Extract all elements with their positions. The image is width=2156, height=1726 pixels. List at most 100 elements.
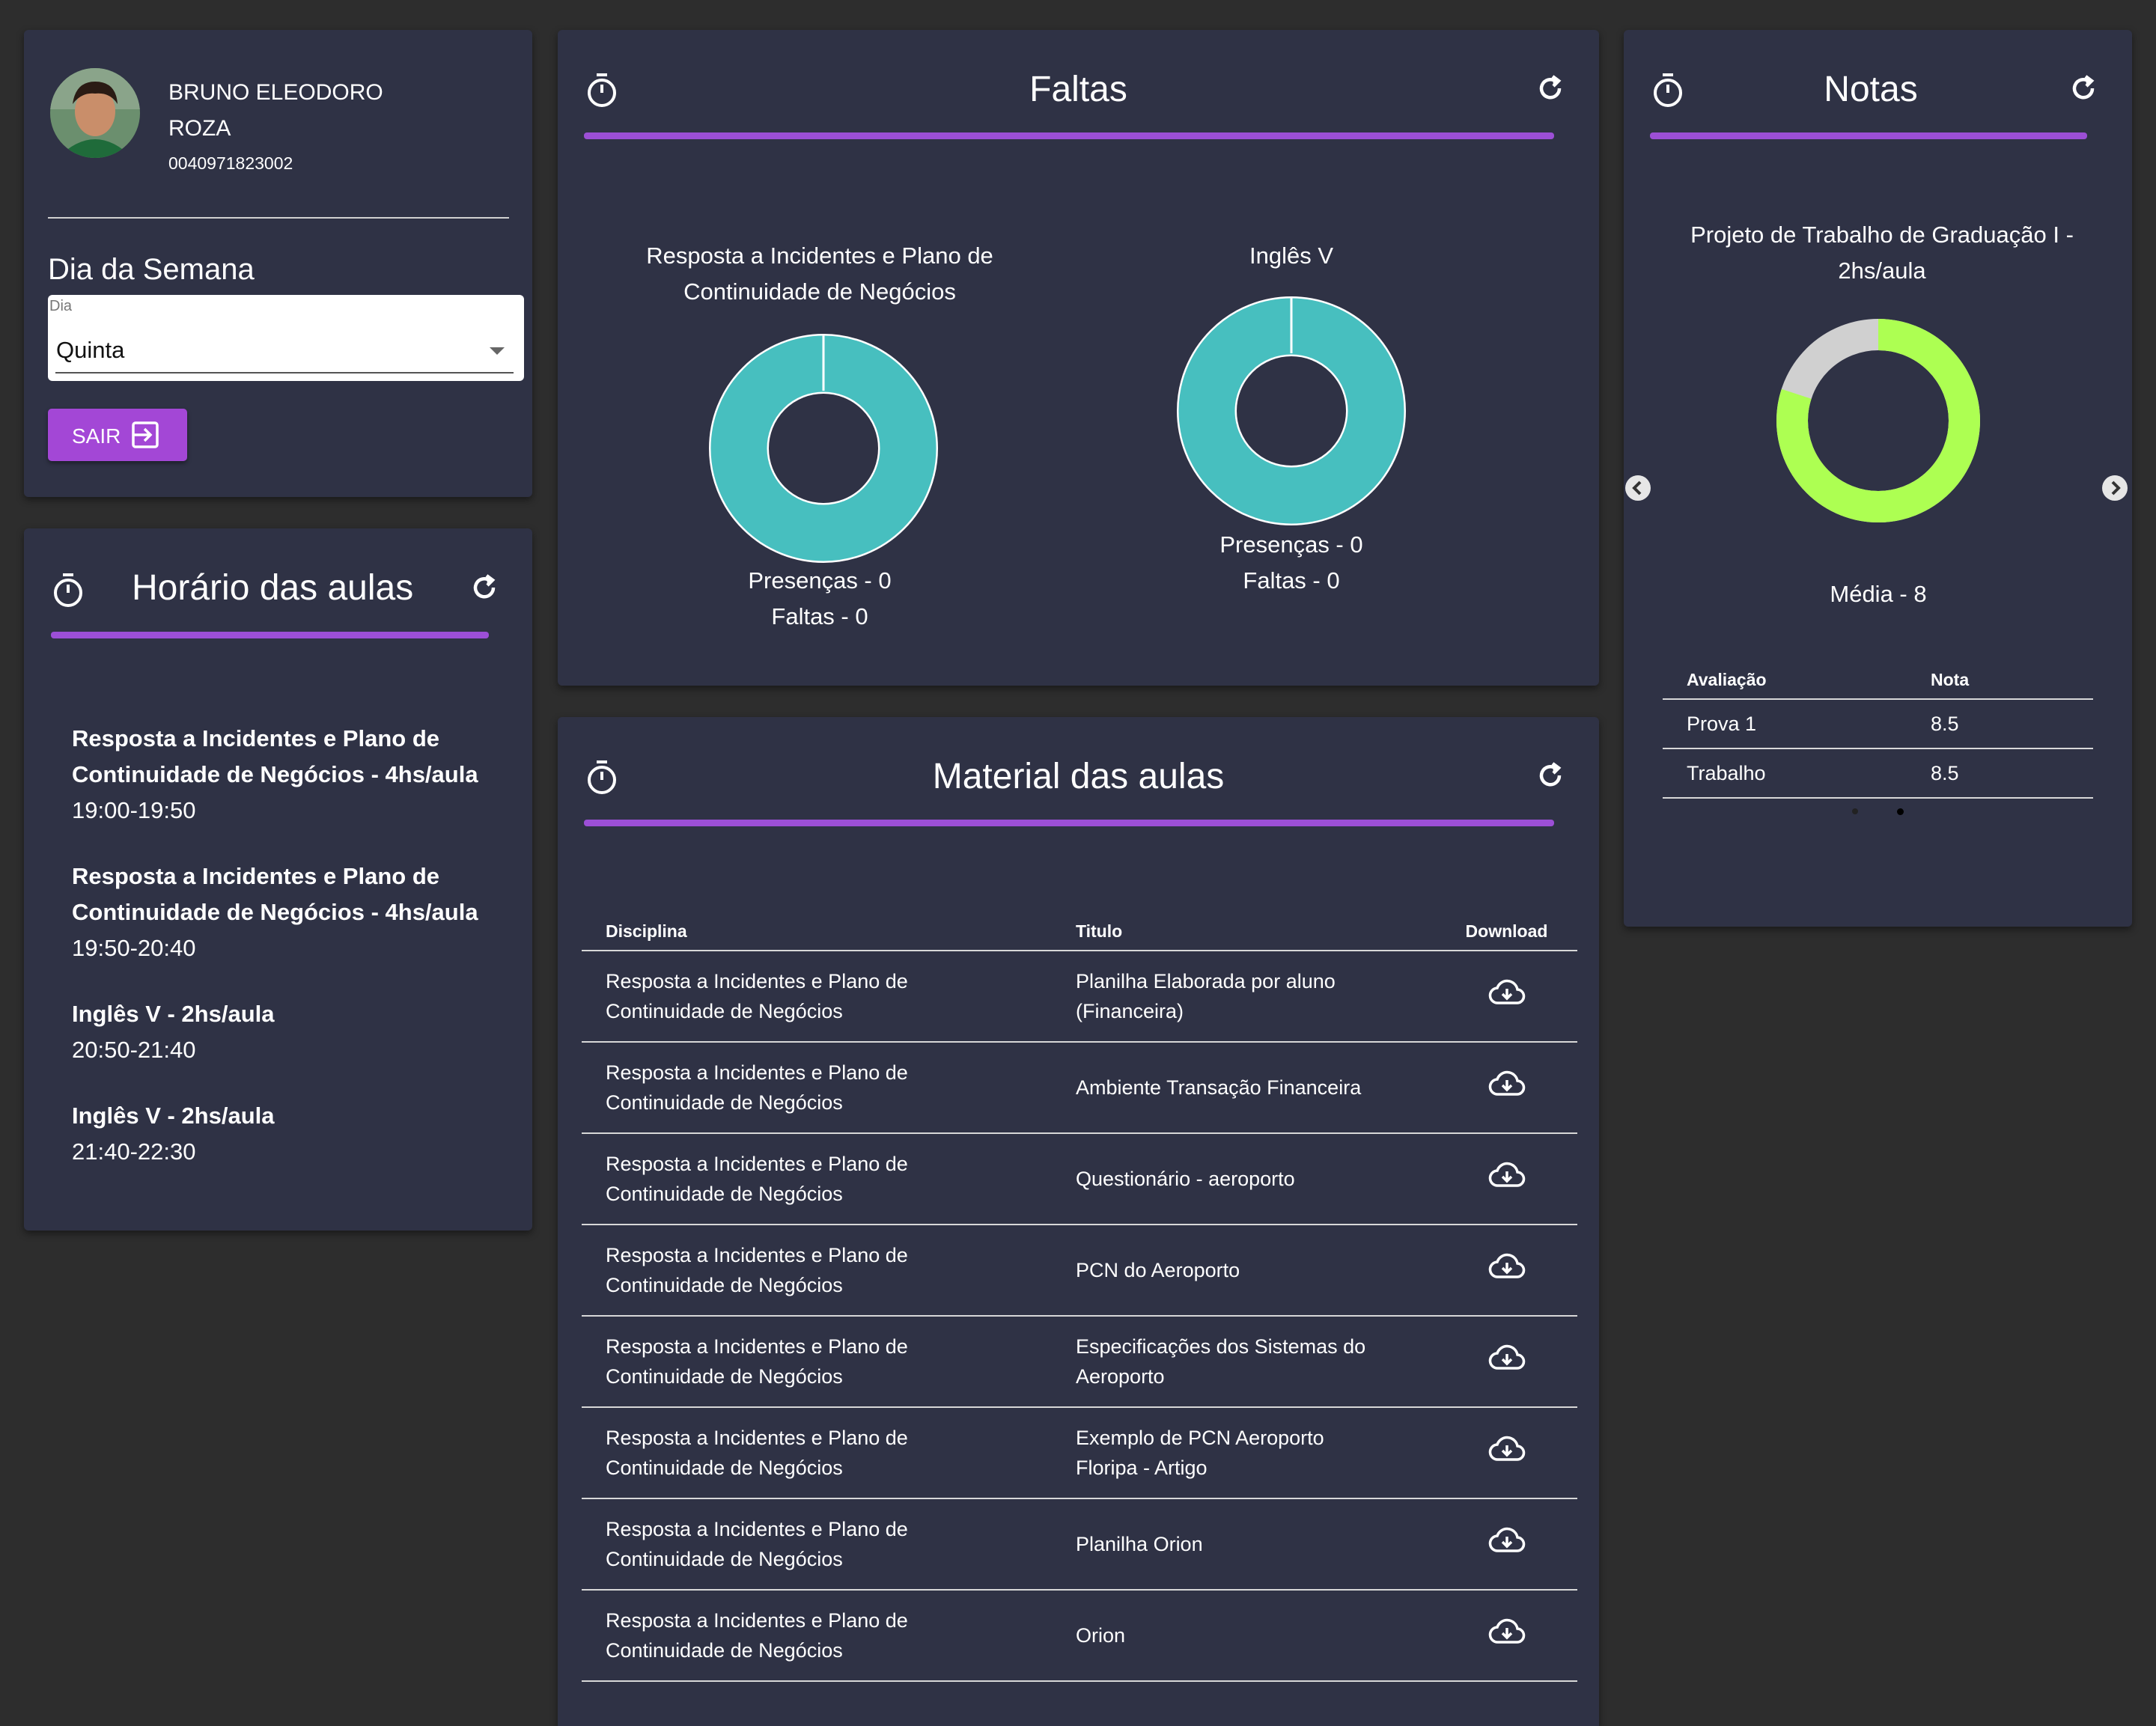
absences-title: Faltas: [1029, 70, 1127, 109]
weekday-select-value: Quinta: [56, 337, 125, 363]
cloud-download-icon[interactable]: [1488, 1070, 1526, 1106]
subject-cell: Resposta a Incidentes e Plano de Continu…: [582, 1315, 1075, 1407]
cloud-download-icon[interactable]: [1488, 1436, 1526, 1471]
grades-table: Avaliação Nota Prova 1 8.5 Trabalho 8.5: [1663, 662, 2093, 799]
column-header-subject: Disciplina: [606, 921, 687, 941]
table-row: Resposta a Incidentes e Plano de Continu…: [582, 1041, 1577, 1133]
schedule-list: Resposta a Incidentes e Plano de Continu…: [72, 721, 521, 1200]
class-time: 20:50-21:40: [72, 1037, 196, 1063]
table-row: Resposta a Incidentes e Plano de Continu…: [582, 1589, 1577, 1682]
chevron-right-icon[interactable]: [2101, 474, 2129, 502]
list-item: Resposta a Incidentes e Plano de Continu…: [72, 859, 521, 966]
grade-subject-label: Projeto de Trabalho de Graduação I - 2hs…: [1690, 222, 2074, 284]
grades-title-bar: [1650, 132, 2087, 139]
refresh-icon[interactable]: [1536, 761, 1565, 790]
absences-card: Faltas Resposta a Incidentes e Plano de …: [558, 30, 1599, 686]
chevron-left-icon[interactable]: [1624, 474, 1652, 502]
evaluation-cell: Trabalho: [1663, 748, 1930, 799]
cloud-download-icon[interactable]: [1488, 1162, 1526, 1197]
table-row: Prova 1 8.5: [1663, 698, 2093, 748]
carousel-indicator: [1852, 808, 1912, 816]
carousel-dot[interactable]: [1852, 808, 1858, 814]
materials-card: Material das aulas Disciplina Titulo Dow…: [558, 717, 1599, 1726]
subject-cell: Resposta a Incidentes e Plano de Continu…: [582, 1589, 1075, 1682]
absence-donut-chart: [709, 334, 938, 563]
presences-label: Presenças - 0: [748, 567, 892, 594]
schedule-card: Horário das aulas Resposta a Incidentes …: [24, 528, 532, 1231]
table-row: Resposta a Incidentes e Plano de Continu…: [582, 1406, 1577, 1498]
logout-button[interactable]: SAIR: [48, 409, 187, 461]
table-header-row: Disciplina Titulo Download: [582, 913, 1577, 951]
weekday-select[interactable]: Dia Quinta: [48, 295, 524, 381]
table-row: Resposta a Incidentes e Plano de Continu…: [582, 1498, 1577, 1590]
subject-cell: Resposta a Incidentes e Plano de Continu…: [582, 950, 1075, 1042]
grade-cell: 8.5: [1930, 748, 2093, 799]
cloud-download-icon[interactable]: [1488, 1253, 1526, 1288]
title-cell: Planilha Orion: [1075, 1498, 1436, 1590]
refresh-icon[interactable]: [2069, 74, 2098, 103]
cloud-download-icon[interactable]: [1488, 1618, 1526, 1653]
cloud-download-icon[interactable]: [1488, 979, 1526, 1014]
column-header-download: Download: [1465, 921, 1548, 941]
table-row: Resposta a Incidentes e Plano de Continu…: [582, 1132, 1577, 1225]
subject-cell: Resposta a Incidentes e Plano de Continu…: [582, 1406, 1075, 1498]
divider: [48, 217, 509, 219]
class-time: 19:50-20:40: [72, 935, 196, 961]
column-header-evaluation: Avaliação: [1687, 670, 1767, 689]
grade-average-label: Média - 8: [1830, 581, 1927, 607]
weekday-select-label: Dia: [49, 298, 73, 314]
class-time: 19:00-19:50: [72, 797, 196, 823]
title-cell: Orion: [1075, 1589, 1436, 1682]
class-title: Resposta a Incidentes e Plano de Continu…: [72, 863, 478, 925]
title-cell: Planilha Elaborada por aluno (Financeira…: [1075, 950, 1436, 1042]
schedule-title-bar: [51, 632, 489, 638]
absences-title-bar: [584, 132, 1554, 139]
avatar: [50, 68, 140, 158]
absences-label: Faltas - 0: [771, 603, 868, 629]
student-name-line2: ROZA: [168, 116, 231, 141]
list-item: Inglês V - 2hs/aula 21:40-22:30: [72, 1098, 521, 1170]
table-row: Trabalho 8.5: [1663, 748, 2093, 799]
materials-title-bar: [584, 820, 1554, 826]
chart-subject-label: Inglês V: [1249, 243, 1333, 269]
list-item: Inglês V - 2hs/aula 20:50-21:40: [72, 996, 521, 1068]
list-item: Resposta a Incidentes e Plano de Continu…: [72, 721, 521, 829]
grades-title: Notas: [1824, 70, 1918, 109]
subject-cell: Resposta a Incidentes e Plano de Continu…: [582, 1132, 1075, 1225]
student-name-line1: BRUNO ELEODORO: [168, 80, 383, 105]
refresh-icon[interactable]: [1536, 74, 1565, 103]
subject-cell: Resposta a Incidentes e Plano de Continu…: [582, 1224, 1075, 1316]
class-title: Resposta a Incidentes e Plano de Continu…: [72, 725, 478, 787]
evaluation-cell: Prova 1: [1663, 698, 1930, 748]
carousel-dot-active[interactable]: [1897, 808, 1904, 815]
title-cell: Especificações dos Sistemas do Aeroporto: [1075, 1315, 1436, 1407]
subject-cell: Resposta a Incidentes e Plano de Continu…: [582, 1041, 1075, 1133]
logout-label: SAIR: [72, 424, 121, 448]
table-row: Resposta a Incidentes e Plano de Continu…: [582, 1315, 1577, 1407]
cloud-download-icon[interactable]: [1488, 1344, 1526, 1379]
materials-table: Disciplina Titulo Download Resposta a In…: [582, 913, 1577, 1682]
absence-donut-chart: [1177, 296, 1406, 525]
subject-cell: Resposta a Incidentes e Plano de Continu…: [582, 1498, 1075, 1590]
weekday-heading: Dia da Semana: [48, 253, 255, 286]
column-header-grade: Nota: [1931, 670, 1970, 689]
schedule-title: Horário das aulas: [132, 568, 414, 608]
cloud-download-icon[interactable]: [1488, 1527, 1526, 1562]
class-title: Inglês V - 2hs/aula: [72, 1001, 275, 1027]
title-cell: Exemplo de PCN Aeroporto Floripa - Artig…: [1075, 1406, 1436, 1498]
refresh-icon[interactable]: [470, 573, 499, 602]
grade-gauge-chart: [1776, 319, 1980, 522]
class-time: 21:40-22:30: [72, 1138, 196, 1165]
absences-label: Faltas - 0: [1243, 567, 1340, 594]
table-header-row: Avaliação Nota: [1663, 662, 2093, 699]
dropdown-arrow-icon: [490, 347, 505, 355]
profile-card: BRUNO ELEODORO ROZA 0040971823002 Dia da…: [24, 30, 532, 497]
materials-title: Material das aulas: [932, 757, 1225, 796]
presences-label: Presenças - 0: [1219, 531, 1363, 558]
logout-icon: [130, 420, 160, 454]
select-underline: [55, 372, 514, 373]
table-row: Resposta a Incidentes e Plano de Continu…: [582, 950, 1577, 1042]
title-cell: Ambiente Transação Financeira: [1075, 1041, 1436, 1133]
title-cell: Questionário - aeroporto: [1075, 1132, 1436, 1225]
timer-icon: [52, 572, 84, 608]
